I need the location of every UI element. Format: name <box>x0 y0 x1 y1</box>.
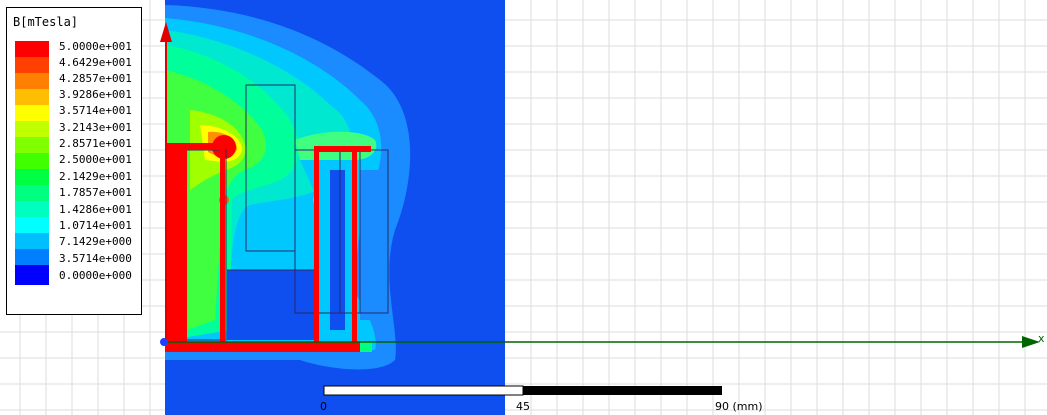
field-plot-canvas[interactable] <box>0 0 1047 415</box>
legend-label: 3.9286e+001 <box>59 88 132 101</box>
scale-bar-black-segment <box>523 386 722 395</box>
modeler-viewport[interactable]: B[mTesla] 5.0000e+001 4.6429e+001 4.2857… <box>0 0 1047 415</box>
scale-bar <box>323 385 722 396</box>
legend-label: 0.0000e+000 <box>59 269 132 282</box>
conductor-bottom <box>165 342 360 352</box>
legend-swatch <box>15 57 49 73</box>
conductor-top-right <box>314 146 371 152</box>
conductor-right-vertical <box>352 152 357 342</box>
legend-label: 3.5714e+000 <box>59 252 132 265</box>
legend-swatch <box>15 137 49 153</box>
x-axis-label: x <box>1038 332 1045 345</box>
bottom-right-marker <box>360 342 372 352</box>
origin-marker-icon <box>160 338 168 346</box>
legend-swatch <box>15 249 49 265</box>
legend-label: 3.5714e+001 <box>59 104 132 117</box>
field-legend[interactable]: B[mTesla] 5.0000e+001 4.6429e+001 4.2857… <box>6 7 142 315</box>
scale-tick-0: 0 <box>320 400 327 413</box>
legend-label: 4.6429e+001 <box>59 56 132 69</box>
legend-label: 1.4286e+001 <box>59 203 132 216</box>
legend-swatch <box>15 201 49 217</box>
legend-label: 5.0000e+001 <box>59 40 132 53</box>
legend-swatch <box>15 265 49 285</box>
conductor-inner-left <box>220 150 225 345</box>
inner-blue-region <box>227 270 315 340</box>
inner-blue-region-right <box>330 170 345 330</box>
scale-tick-90: 90 (mm) <box>715 400 763 413</box>
legend-label: 7.1429e+000 <box>59 235 132 248</box>
legend-swatch <box>15 105 49 121</box>
legend-label: 3.2143e+001 <box>59 121 132 134</box>
legend-swatch <box>15 169 49 185</box>
legend-label: 1.7857e+001 <box>59 186 132 199</box>
legend-label: 4.2857e+001 <box>59 72 132 85</box>
legend-label: 2.1429e+001 <box>59 170 132 183</box>
legend-swatch <box>15 121 49 137</box>
legend-swatch <box>15 41 49 57</box>
legend-label: 2.8571e+001 <box>59 137 132 150</box>
conductor-left-vertical <box>165 145 187 350</box>
conductor-inner-right <box>314 148 319 345</box>
scale-tick-45: 45 <box>516 400 530 413</box>
legend-swatch <box>15 89 49 105</box>
background-grid <box>0 0 1047 415</box>
inner-blue-region-far-right <box>360 170 385 320</box>
legend-label: 2.5000e+001 <box>59 153 132 166</box>
legend-swatch <box>15 153 49 169</box>
legend-label: 1.0714e+001 <box>59 219 132 232</box>
legend-swatch <box>15 217 49 233</box>
legend-swatch <box>15 73 49 89</box>
legend-title: B[mTesla] <box>13 15 79 29</box>
legend-swatch <box>15 185 49 201</box>
legend-swatch <box>15 233 49 249</box>
conductor-top-left <box>165 143 225 150</box>
scale-bar-white-segment <box>323 385 524 396</box>
